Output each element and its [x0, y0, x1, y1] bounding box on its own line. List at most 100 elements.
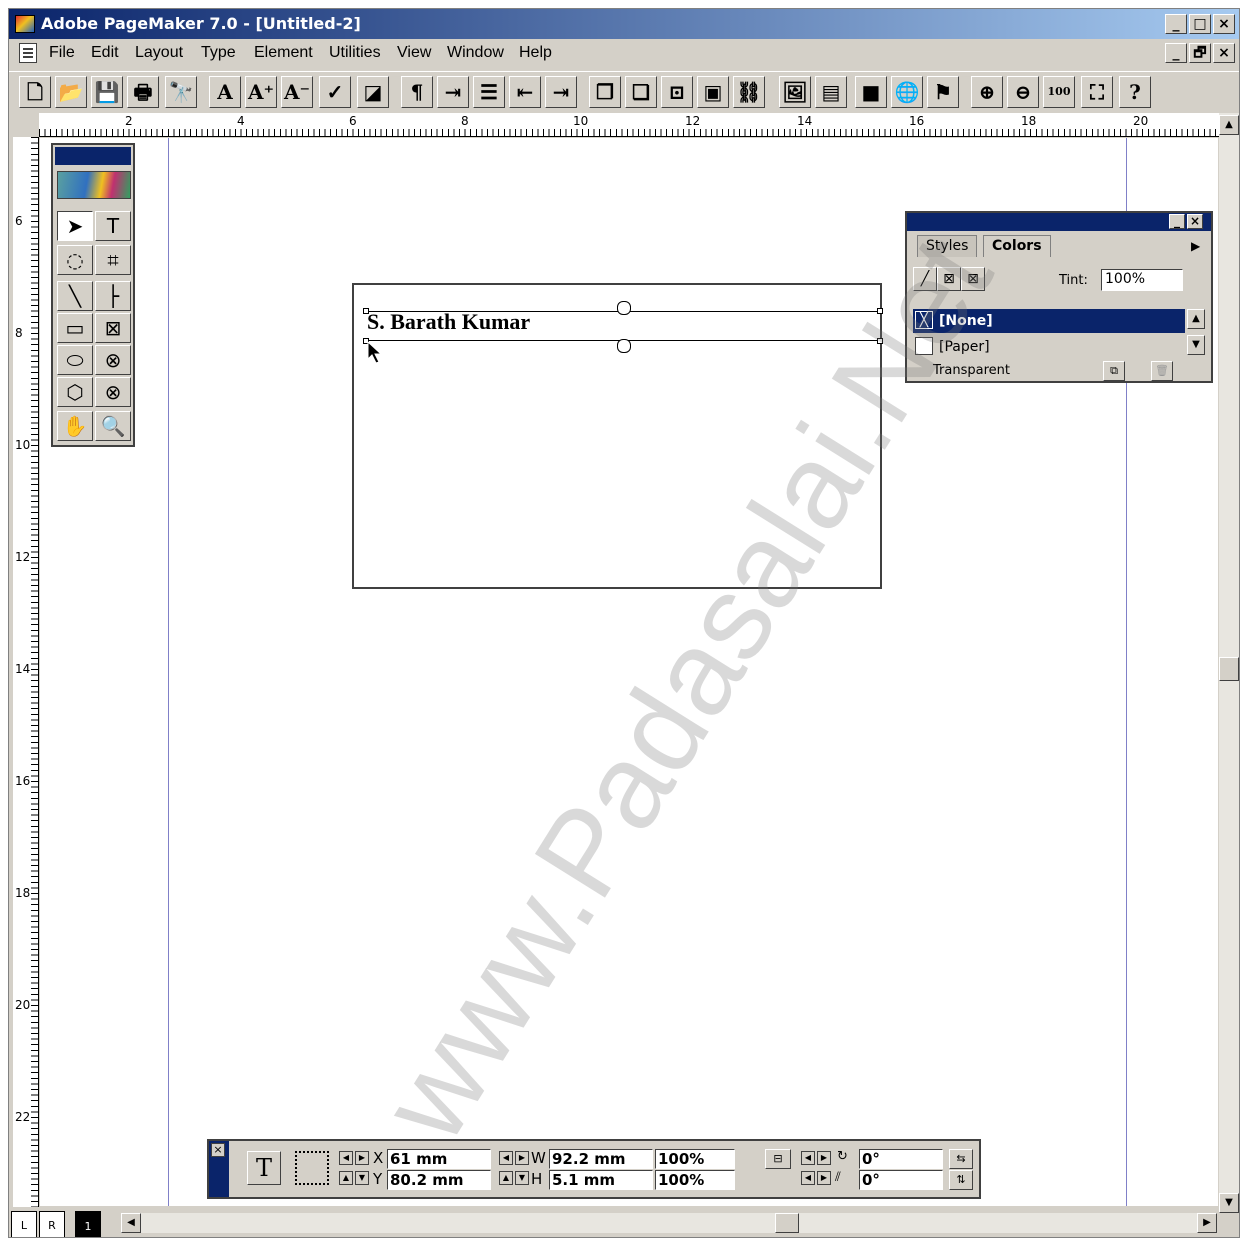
photo-icon[interactable]: ■ — [855, 76, 887, 108]
menu-type[interactable]: Type — [201, 44, 236, 62]
pages-icon[interactable]: ❐ — [589, 76, 621, 108]
colors-palette-title-bar[interactable]: _ × — [907, 213, 1211, 231]
rotate-tool[interactable]: ◌ — [57, 245, 93, 275]
rotation-field[interactable]: 0° — [859, 1149, 943, 1169]
close-button[interactable]: × — [1213, 14, 1235, 34]
line-tool[interactable]: ╲ — [57, 281, 93, 311]
paragraph-icon[interactable]: ¶ — [401, 76, 433, 108]
horizontal-ruler[interactable]: 2 4 6 8 10 12 14 16 18 20 — [39, 113, 1219, 137]
place-image-icon[interactable]: 🖼 — [779, 76, 811, 108]
nudge-left-icon[interactable]: ◀ — [801, 1171, 815, 1185]
tint-field[interactable]: 100% — [1101, 269, 1183, 291]
font-size-up-icon[interactable]: A⁺ — [245, 76, 277, 108]
trash-icon[interactable]: 🗑 — [1151, 361, 1173, 381]
menu-utilities[interactable]: Utilities — [329, 44, 381, 62]
control-palette-title-bar[interactable]: × — [209, 1141, 229, 1197]
fill-and-stroke-icon[interactable]: ⊠ — [961, 267, 985, 291]
vertical-ruler[interactable]: 6 8 10 12 14 16 18 20 22 — [13, 137, 39, 1207]
height-field[interactable]: 5.1 mm — [549, 1170, 653, 1190]
stroke-icon[interactable]: ╱ — [913, 267, 937, 291]
scroll-right-icon[interactable]: ▶ — [1197, 1213, 1217, 1233]
pointer-tool[interactable]: ➤ — [57, 211, 93, 241]
palette-minimize-button[interactable]: _ — [1169, 214, 1185, 229]
width-field[interactable]: 92.2 mm — [549, 1149, 653, 1169]
scale-height-field[interactable]: 100% — [655, 1170, 735, 1190]
nudge-right-icon[interactable]: ▶ — [817, 1151, 831, 1165]
fit-window-icon[interactable]: ⛶ — [1081, 76, 1113, 108]
find-icon[interactable]: 🔭 — [165, 76, 197, 108]
right-master-page-icon[interactable]: R — [39, 1211, 65, 1237]
toolbox-title-bar[interactable] — [55, 147, 131, 165]
nudge-left-icon[interactable]: ◀ — [801, 1151, 815, 1165]
crop-tool[interactable]: ⌗ — [95, 245, 131, 275]
text-tool[interactable]: T — [95, 211, 131, 241]
ellipse-tool[interactable]: ⬭ — [57, 345, 93, 375]
rectangle-tool[interactable]: ▭ — [57, 313, 93, 343]
minimize-button[interactable]: _ — [1165, 14, 1187, 34]
doc-close-button[interactable]: × — [1213, 43, 1235, 63]
nudge-down-icon[interactable]: ▼ — [355, 1171, 369, 1185]
frame-icon[interactable]: ⊡ — [661, 76, 693, 108]
skew-field[interactable]: 0° — [859, 1170, 943, 1190]
control-palette-close-icon[interactable]: × — [211, 1143, 225, 1157]
color-row-none[interactable]: ╳ [None] — [913, 309, 1185, 333]
colors-scroll-up-icon[interactable]: ▲ — [1187, 309, 1205, 329]
rectangle-frame-tool[interactable]: ⊠ — [95, 313, 131, 343]
scroll-left-icon[interactable]: ◀ — [121, 1213, 141, 1233]
zoom-in-icon[interactable]: ⊕ — [971, 76, 1003, 108]
image-export-icon[interactable]: ▤ — [815, 76, 847, 108]
selection-handle[interactable] — [877, 308, 883, 314]
fill-stroke-icon[interactable]: ◪ — [357, 76, 389, 108]
scale-width-field[interactable]: 100% — [655, 1149, 735, 1169]
left-master-page-icon[interactable]: L — [11, 1211, 37, 1237]
nudge-down-icon[interactable]: ▼ — [515, 1171, 529, 1185]
nudge-right-icon[interactable]: ▶ — [515, 1151, 529, 1165]
tab-styles[interactable]: Styles — [917, 235, 978, 257]
constrained-line-tool[interactable]: ├ — [95, 281, 131, 311]
menu-edit[interactable]: Edit — [91, 44, 119, 62]
proxy-icon[interactable] — [295, 1151, 329, 1185]
polygon-tool[interactable]: ⬡ — [57, 377, 93, 407]
spelling-icon[interactable]: ✓ — [319, 76, 351, 108]
copy-pages-icon[interactable]: ❏ — [625, 76, 657, 108]
font-size-down-icon[interactable]: A⁻ — [281, 76, 313, 108]
save-icon[interactable]: 💾 — [91, 76, 123, 108]
new-document-icon[interactable]: 🗋 — [19, 76, 51, 108]
windowshade-top-handle[interactable] — [617, 301, 631, 315]
zoom-tool[interactable]: 🔍 — [95, 411, 131, 441]
document-text[interactable]: S. Barath Kumar — [367, 309, 530, 335]
print-icon[interactable]: 🖶 — [127, 76, 159, 108]
globe-icon[interactable]: 🌐 — [891, 76, 923, 108]
menu-window[interactable]: Window — [447, 44, 504, 62]
selection-handle[interactable] — [363, 308, 369, 314]
hand-tool[interactable]: ✋ — [57, 411, 93, 441]
menu-file[interactable]: File — [49, 44, 75, 62]
scroll-down-icon[interactable]: ▼ — [1219, 1193, 1239, 1213]
nudge-left-icon[interactable]: ◀ — [339, 1151, 353, 1165]
document-menu-icon[interactable] — [19, 43, 37, 63]
doc-restore-button[interactable]: 🗗 — [1189, 43, 1211, 63]
help-icon[interactable]: ? — [1119, 76, 1151, 108]
vertical-scroll-thumb[interactable] — [1219, 657, 1239, 681]
increase-indent-icon[interactable]: ⇥ — [545, 76, 577, 108]
new-color-icon[interactable]: ⧉ — [1103, 361, 1125, 381]
maximize-button[interactable]: □ — [1189, 14, 1211, 34]
menu-layout[interactable]: Layout — [135, 44, 183, 62]
nudge-right-icon[interactable]: ▶ — [817, 1171, 831, 1185]
vertical-reflect-icon[interactable]: ⇅ — [949, 1170, 973, 1190]
vertical-scrollbar[interactable]: ▲ ▼ — [1219, 113, 1239, 1213]
y-position-field[interactable]: 80.2 mm — [387, 1170, 491, 1190]
link-icon[interactable]: ⛓ — [733, 76, 765, 108]
menu-view[interactable]: View — [397, 44, 431, 62]
polygon-frame-tool[interactable]: ⊗ — [95, 377, 131, 407]
color-row-paper[interactable]: [Paper] — [913, 335, 1185, 359]
pdf-icon[interactable]: ⚑ — [927, 76, 959, 108]
windowshade-bottom-handle[interactable] — [617, 339, 631, 353]
zoom-out-icon[interactable]: ⊖ — [1007, 76, 1039, 108]
nudge-up-icon[interactable]: ▲ — [339, 1171, 353, 1185]
page-1-icon[interactable]: 1 — [75, 1211, 101, 1237]
palette-close-button[interactable]: × — [1187, 214, 1203, 229]
nudge-right-icon[interactable]: ▶ — [355, 1151, 369, 1165]
bullets-icon[interactable]: ☰ — [473, 76, 505, 108]
title-bar[interactable]: Adobe PageMaker 7.0 - [Untitled-2] _ □ × — [9, 9, 1239, 39]
